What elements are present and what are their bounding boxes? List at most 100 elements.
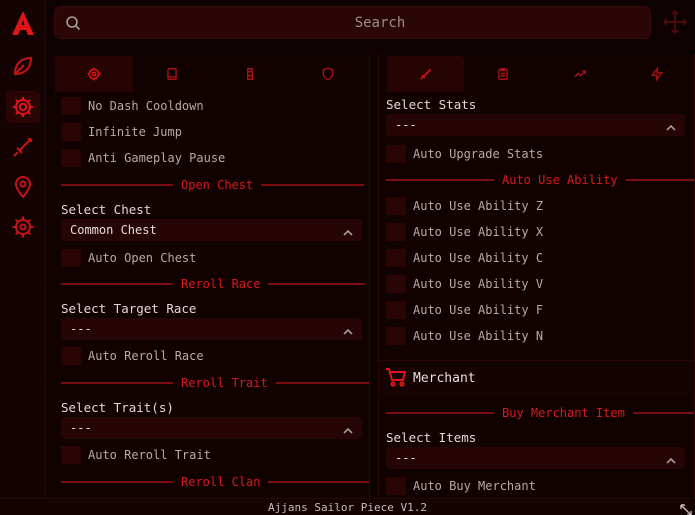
- footer-bar: Ajjans Sailor Piece V1.2: [0, 498, 695, 515]
- section-label: Buy Merchant Item: [502, 406, 625, 420]
- toggle-label: Infinite Jump: [88, 125, 182, 139]
- chevron-up-icon: [342, 422, 354, 441]
- checkbox[interactable]: [61, 347, 81, 365]
- left-panel: No Dash Cooldown Infinite Jump Anti Game…: [47, 54, 370, 498]
- chevron-up-icon: [342, 323, 354, 342]
- toggle-label: Auto Buy Merchant: [413, 479, 536, 493]
- section-open-chest: Open Chest: [61, 178, 365, 192]
- toggle-infinite-jump[interactable]: Infinite Jump: [61, 122, 182, 142]
- toggle-ability-c[interactable]: Auto Use Ability C: [386, 248, 543, 268]
- map-pin-icon[interactable]: [6, 171, 40, 203]
- select-items-label: Select Items: [386, 430, 477, 445]
- dropdown-value: ---: [70, 421, 92, 435]
- toggle-auto-reroll-race[interactable]: Auto Reroll Race: [61, 346, 204, 366]
- merchant-header[interactable]: Merchant: [379, 360, 694, 396]
- dropdown-value: ---: [70, 322, 92, 336]
- left-tab-bar: [55, 56, 367, 92]
- toggle-label: Auto Upgrade Stats: [413, 147, 544, 161]
- section-label: Reroll Clan: [181, 475, 261, 489]
- section-buy-merchant-item: Buy Merchant Item: [386, 406, 694, 420]
- checkbox[interactable]: [386, 477, 406, 495]
- right-panel: Select Stats --- Auto Upgrade Stats Auto…: [378, 54, 695, 498]
- toggle-label: Auto Use Ability V: [413, 277, 544, 291]
- select-chest-label: Select Chest: [61, 202, 152, 217]
- toggle-ability-z[interactable]: Auto Use Ability Z: [386, 196, 543, 216]
- leaf-icon[interactable]: [6, 50, 40, 82]
- checkbox[interactable]: [386, 301, 406, 319]
- checkbox[interactable]: [386, 145, 406, 163]
- toggle-ability-x[interactable]: Auto Use Ability X: [386, 222, 543, 242]
- checkbox[interactable]: [386, 197, 406, 215]
- toggle-label: Auto Use Ability X: [413, 225, 544, 239]
- select-stats-dropdown[interactable]: ---: [386, 114, 685, 136]
- shopping-cart-icon: [385, 367, 407, 391]
- dropdown-value: ---: [395, 118, 417, 132]
- chevron-up-icon: [665, 452, 677, 471]
- toggle-label: Auto Reroll Trait: [88, 448, 211, 462]
- side-rail: [0, 0, 46, 498]
- toggle-label: Auto Reroll Race: [88, 349, 204, 363]
- select-race-label: Select Target Race: [61, 301, 197, 316]
- tab-scroll[interactable]: [211, 56, 289, 92]
- section-label: Reroll Race: [181, 277, 261, 291]
- app-window: No Dash Cooldown Infinite Jump Anti Game…: [0, 0, 695, 515]
- select-stats-label: Select Stats: [386, 97, 477, 112]
- dropdown-value: ---: [395, 451, 417, 465]
- sword-icon[interactable]: [6, 131, 40, 163]
- checkbox[interactable]: [61, 97, 81, 115]
- toggle-anti-gameplay-pause[interactable]: Anti Gameplay Pause: [61, 148, 225, 168]
- tab-sword[interactable]: [387, 56, 464, 92]
- section-reroll-clan: Reroll Clan: [61, 475, 369, 489]
- section-label: Reroll Trait: [181, 376, 268, 390]
- checkbox[interactable]: [61, 149, 81, 167]
- tab-book[interactable]: [133, 56, 211, 92]
- checkbox[interactable]: [386, 275, 406, 293]
- toggle-label: Auto Open Chest: [88, 251, 197, 265]
- resize-icon[interactable]: [680, 501, 692, 515]
- app-logo: [7, 7, 39, 39]
- tab-lightning[interactable]: [618, 56, 694, 92]
- checkbox[interactable]: [61, 123, 81, 141]
- checkbox[interactable]: [386, 327, 406, 345]
- toggle-auto-reroll-trait[interactable]: Auto Reroll Trait: [61, 445, 211, 465]
- toggle-auto-open-chest[interactable]: Auto Open Chest: [61, 248, 196, 268]
- toggle-label: Auto Use Ability N: [413, 329, 544, 343]
- toggle-ability-v[interactable]: Auto Use Ability V: [386, 274, 543, 294]
- section-reroll-race: Reroll Race: [61, 277, 366, 291]
- checkbox[interactable]: [386, 249, 406, 267]
- settings-gear-icon[interactable]: [6, 91, 40, 123]
- tab-settings[interactable]: [55, 56, 133, 92]
- dropdown-value: Common Chest: [70, 223, 157, 237]
- checkbox[interactable]: [61, 446, 81, 464]
- select-chest-dropdown[interactable]: Common Chest: [61, 219, 362, 241]
- toggle-label: Auto Use Ability C: [413, 251, 544, 265]
- toggle-ability-f[interactable]: Auto Use Ability F: [386, 300, 543, 320]
- select-trait-dropdown[interactable]: ---: [61, 417, 362, 439]
- section-label: Auto Use Ability: [502, 173, 618, 187]
- search-bar: [54, 6, 651, 39]
- toggle-no-dash-cooldown[interactable]: No Dash Cooldown: [61, 96, 204, 116]
- tab-shield[interactable]: [289, 56, 367, 92]
- toggle-auto-upgrade-stats[interactable]: Auto Upgrade Stats: [386, 144, 543, 164]
- tab-trending[interactable]: [541, 56, 618, 92]
- right-tab-bar: [387, 56, 694, 92]
- search-input[interactable]: [85, 7, 625, 38]
- tab-clipboard[interactable]: [464, 56, 541, 92]
- toggle-label: Auto Use Ability Z: [413, 199, 544, 213]
- select-race-dropdown[interactable]: ---: [61, 318, 362, 340]
- chevron-up-icon: [342, 224, 354, 243]
- section-reroll-trait: Reroll Trait: [61, 376, 369, 390]
- move-icon[interactable]: [661, 8, 689, 36]
- toggle-ability-n[interactable]: Auto Use Ability N: [386, 326, 543, 346]
- toggle-label: No Dash Cooldown: [88, 99, 204, 113]
- search-icon: [65, 15, 81, 35]
- select-items-dropdown[interactable]: ---: [386, 447, 685, 469]
- section-label: Open Chest: [181, 178, 254, 192]
- toggle-label: Anti Gameplay Pause: [88, 151, 226, 165]
- chevron-up-icon: [665, 119, 677, 138]
- checkbox[interactable]: [386, 223, 406, 241]
- toggle-label: Auto Use Ability F: [413, 303, 544, 317]
- toggle-auto-buy-merchant[interactable]: Auto Buy Merchant: [386, 476, 536, 496]
- cog-icon[interactable]: [6, 211, 40, 243]
- checkbox[interactable]: [61, 249, 81, 267]
